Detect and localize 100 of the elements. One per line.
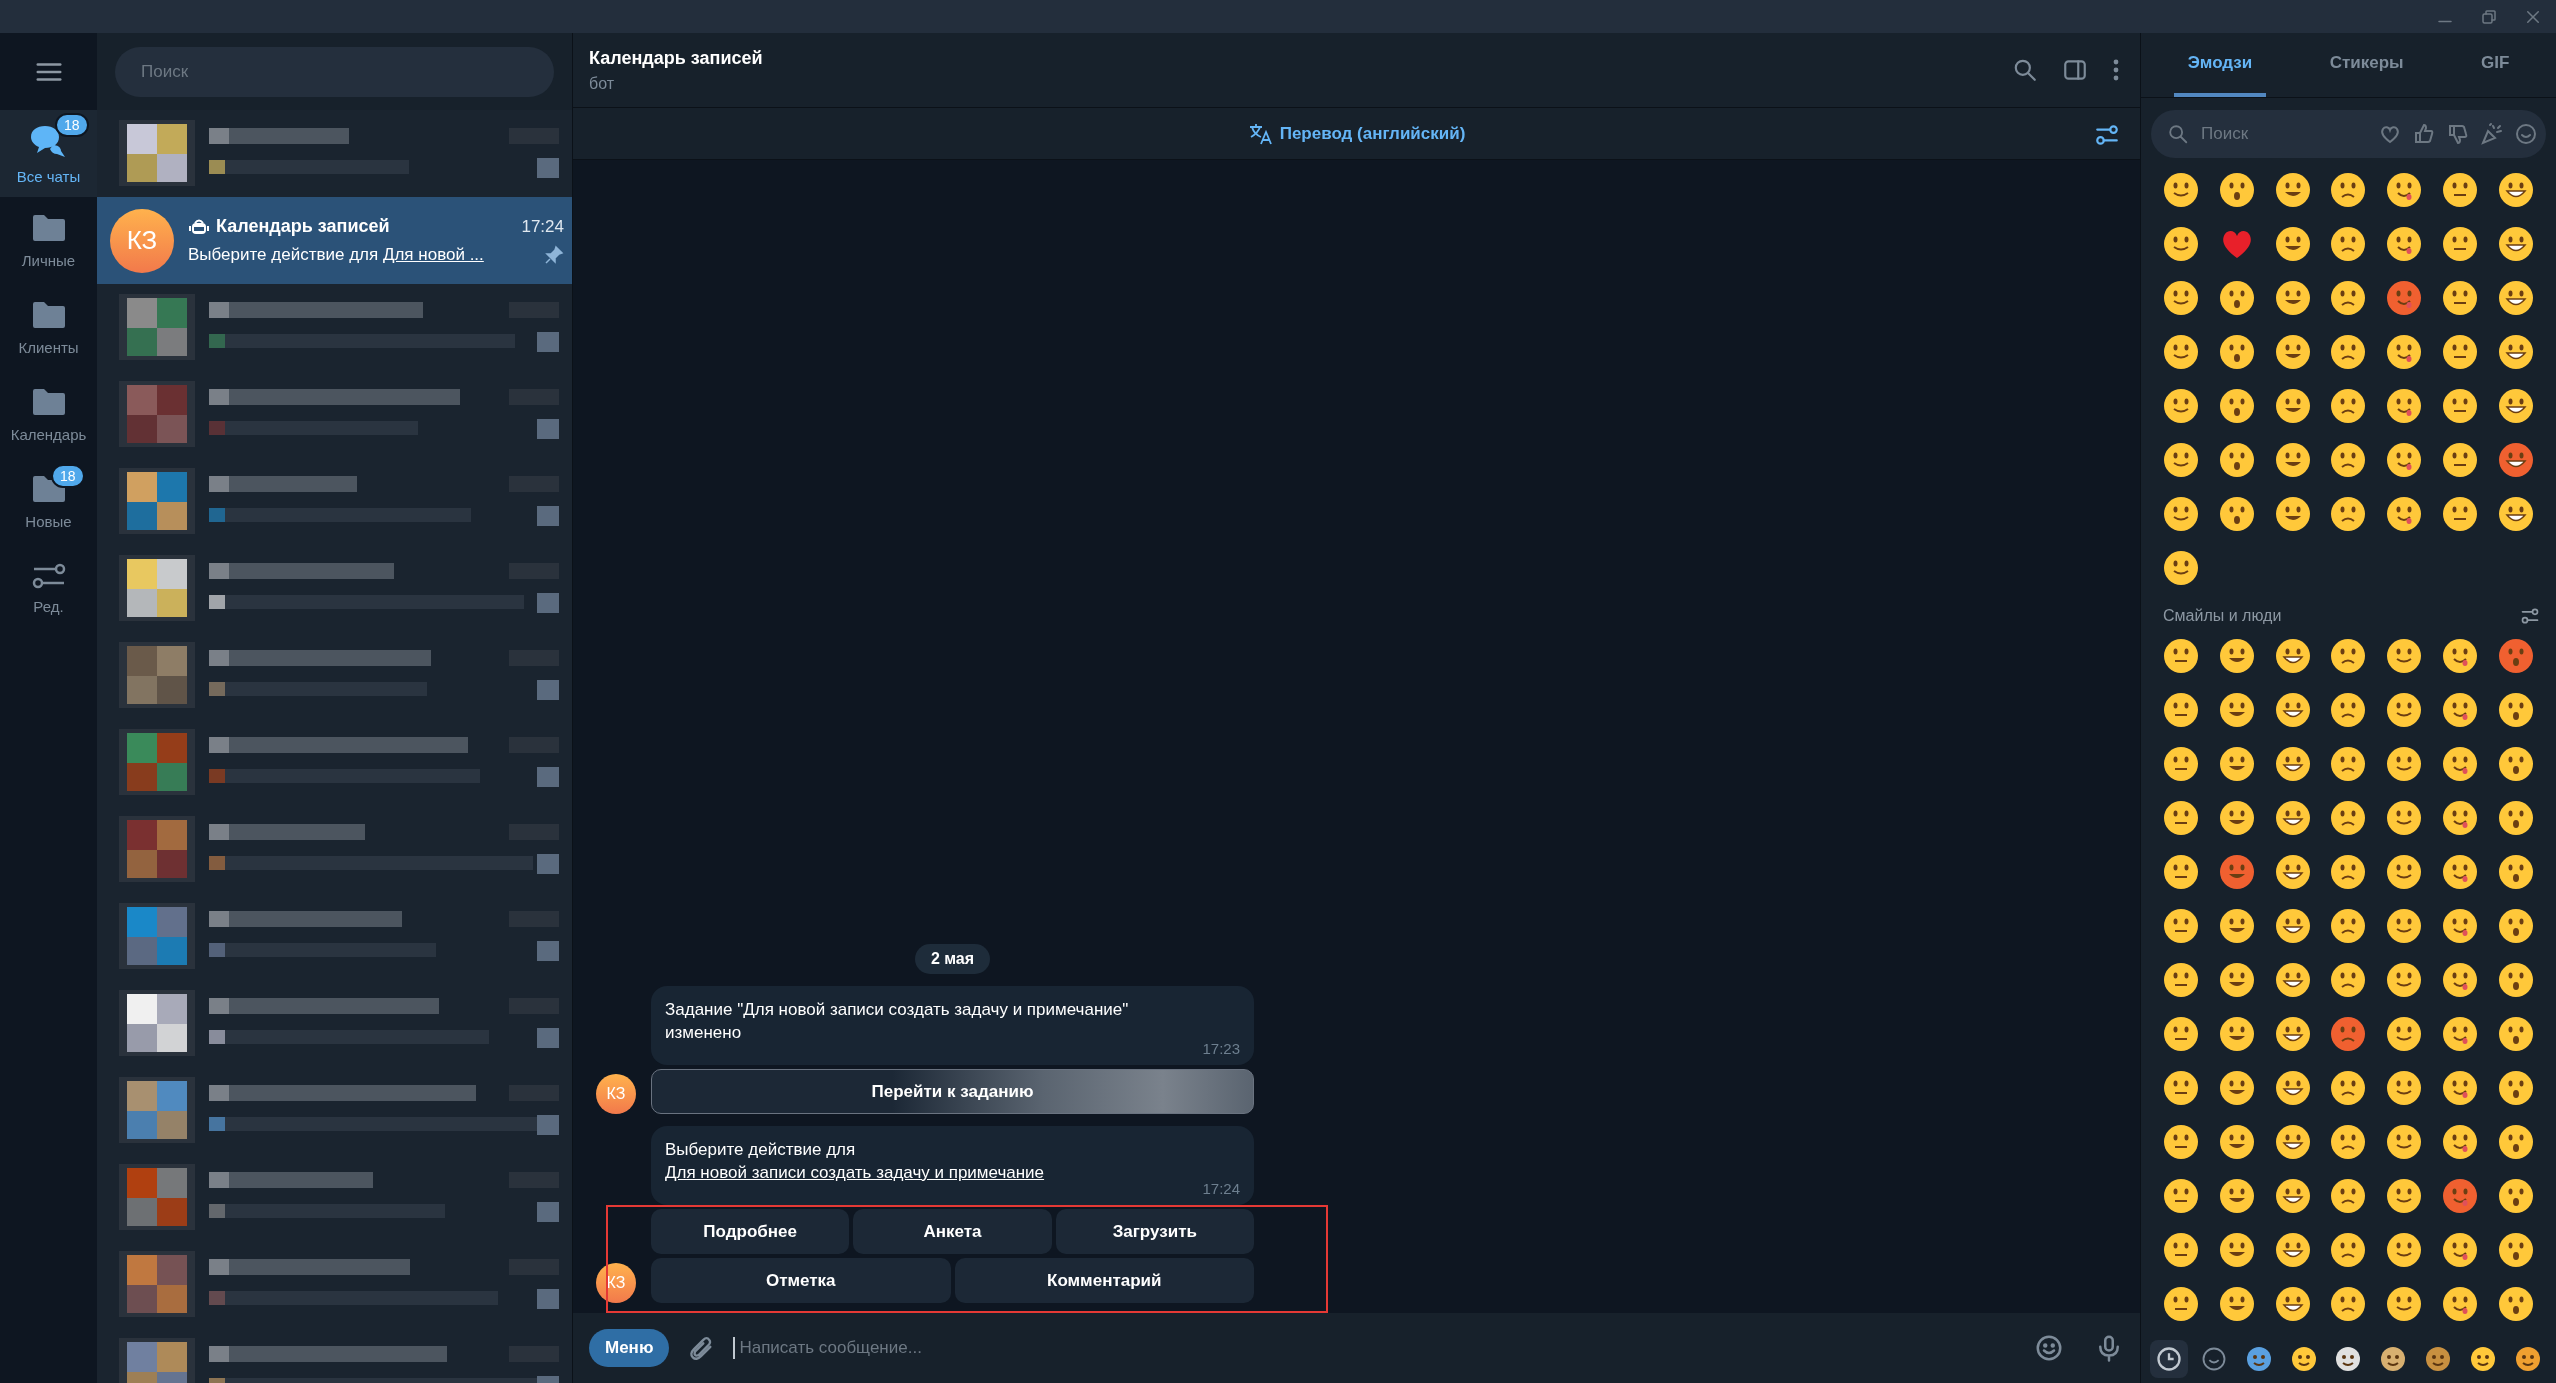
smiley-icon[interactable] <box>2218 1016 2255 1052</box>
thumbs-down-icon[interactable] <box>2446 122 2470 146</box>
smiley-icon[interactable] <box>2163 746 2199 782</box>
keyboard-button[interactable]: Отметка <box>651 1258 951 1303</box>
smiley-icon[interactable] <box>2497 692 2534 728</box>
search-input[interactable]: Поиск <box>139 60 530 83</box>
folder-tab[interactable]: Календарь <box>0 371 97 458</box>
smiley-icon[interactable] <box>2497 172 2534 208</box>
preview-link[interactable]: Для новой ... <box>382 245 484 264</box>
smiley-icon[interactable] <box>2274 1232 2311 1268</box>
smiley-icon[interactable] <box>2274 172 2311 208</box>
folder-tab[interactable]: Ред. <box>0 545 97 632</box>
smiley-icon[interactable] <box>2442 334 2479 370</box>
folder-tab[interactable]: 18 Все чаты <box>0 110 97 197</box>
smiley-icon[interactable] <box>2274 854 2311 890</box>
smiley-icon[interactable] <box>2330 1124 2367 1160</box>
smiley-icon[interactable] <box>2218 388 2255 424</box>
message-input[interactable]: Написать сообщение... <box>733 1337 2016 1359</box>
sidebar-icon[interactable] <box>2062 57 2088 83</box>
smiley-icon[interactable] <box>2163 226 2199 262</box>
smiley-icon[interactable] <box>2442 854 2479 890</box>
smiley-icon[interactable] <box>2274 442 2311 478</box>
smiley-icon[interactable] <box>2386 388 2423 424</box>
smiley-icon[interactable] <box>2274 908 2311 944</box>
smiley-icon[interactable] <box>2442 442 2479 478</box>
folder-tab[interactable]: Клиенты <box>0 284 97 371</box>
smiley-icon[interactable] <box>2274 692 2311 728</box>
smiley-icon[interactable] <box>2218 746 2255 782</box>
message-link[interactable]: Для новой записи создать задачу и примечание <box>665 1163 1045 1182</box>
smiley-icon[interactable] <box>2330 800 2367 836</box>
smiley-icon[interactable] <box>2497 746 2534 782</box>
search-field[interactable]: Поиск <box>115 46 554 97</box>
folder-tab[interactable]: 18 Новые <box>0 458 97 545</box>
smiley-icon[interactable] <box>2330 442 2367 478</box>
smiley-icon[interactable] <box>2442 280 2479 316</box>
smiley-icon[interactable] <box>2330 334 2367 370</box>
keyboard-button[interactable]: Подробнее <box>651 1209 850 1254</box>
smiley-icon[interactable] <box>2274 638 2311 674</box>
smiley-icon[interactable] <box>2386 800 2423 836</box>
smiley-icon[interactable] <box>2442 638 2479 674</box>
smiley-icon[interactable] <box>2497 280 2534 316</box>
smiley-icon[interactable] <box>2330 1070 2367 1106</box>
smiley-icon[interactable] <box>2163 1232 2199 1268</box>
smiley-icon[interactable] <box>2274 1070 2311 1106</box>
smiley-icon[interactable] <box>2442 1286 2479 1322</box>
smiley-icon[interactable] <box>2274 800 2311 836</box>
smiley-icon[interactable] <box>2386 496 2423 532</box>
smiley-icon[interactable] <box>2442 908 2479 944</box>
smiley-icon[interactable] <box>2497 334 2534 370</box>
smiley-icon[interactable] <box>2218 496 2255 532</box>
smiley-icon[interactable] <box>2163 638 2199 674</box>
panel-tab[interactable]: Стикеры <box>2315 33 2418 97</box>
smiley-icon[interactable] <box>2386 962 2423 998</box>
smiley-icon[interactable] <box>2163 1070 2199 1106</box>
smiley-icon[interactable] <box>2330 226 2367 262</box>
smiley-icon[interactable] <box>2497 1232 2534 1268</box>
smiley-icon[interactable] <box>2218 280 2255 316</box>
smiley-icon[interactable] <box>2386 746 2423 782</box>
smiley-icon[interactable] <box>2330 962 2367 998</box>
smiley-icon[interactable] <box>2330 280 2367 316</box>
smiley-icon[interactable] <box>2163 908 2199 944</box>
folder-tab[interactable]: Личные <box>0 197 97 284</box>
input-bar[interactable]: Меню Написать сообщение... <box>573 1313 2140 1383</box>
smiley-icon[interactable] <box>2386 692 2423 728</box>
smiley-icon[interactable] <box>2497 388 2534 424</box>
smiley-icon[interactable] <box>2442 496 2479 532</box>
translate-link[interactable]: Перевод (английский) <box>1247 121 1466 146</box>
smiley-icon[interactable] <box>2163 550 2199 586</box>
smiley-icon[interactable] <box>2442 226 2479 262</box>
search-icon[interactable] <box>2167 123 2189 145</box>
smiley-icon[interactable] <box>2497 1286 2534 1322</box>
menu-button[interactable]: Меню <box>589 1329 670 1367</box>
smiley-icon[interactable] <box>2163 442 2199 478</box>
keyboard-button[interactable]: Комментарий <box>954 1258 1254 1303</box>
smiley-icon[interactable] <box>2442 1070 2479 1106</box>
smiley-icon[interactable] <box>2386 172 2423 208</box>
smiley-icon[interactable] <box>2163 1178 2199 1214</box>
smiley-icon[interactable] <box>2218 1070 2255 1106</box>
smiley-icon[interactable] <box>2442 1016 2479 1052</box>
smiley-icon[interactable] <box>2163 800 2199 836</box>
smiley-icon[interactable] <box>2330 638 2367 674</box>
smiley-icon[interactable] <box>2218 908 2255 944</box>
smiley-icon[interactable] <box>2330 1232 2367 1268</box>
smiley-icon[interactable] <box>2386 442 2423 478</box>
smiley-icon[interactable] <box>2386 908 2423 944</box>
smiley-icon[interactable] <box>2497 1178 2534 1214</box>
smiley-icon[interactable] <box>2218 962 2255 998</box>
smiley-icon[interactable] <box>2330 746 2367 782</box>
smiley-icon[interactable] <box>2330 388 2367 424</box>
search-input[interactable]: Поиск <box>2199 123 2368 145</box>
panel-tab[interactable]: Эмодзи <box>2173 33 2267 97</box>
smiley-icon[interactable] <box>2163 172 2199 208</box>
smiley-icon[interactable] <box>2442 746 2479 782</box>
smiley-icon[interactable] <box>2497 908 2534 944</box>
smiley-icon[interactable] <box>2386 854 2423 890</box>
smiley-icon[interactable] <box>2442 1124 2479 1160</box>
smiley-icon[interactable] <box>2218 1286 2255 1322</box>
filter-icon[interactable] <box>2094 122 2120 148</box>
smiley-icon[interactable] <box>2497 496 2534 532</box>
smiley-icon[interactable] <box>2386 1232 2423 1268</box>
